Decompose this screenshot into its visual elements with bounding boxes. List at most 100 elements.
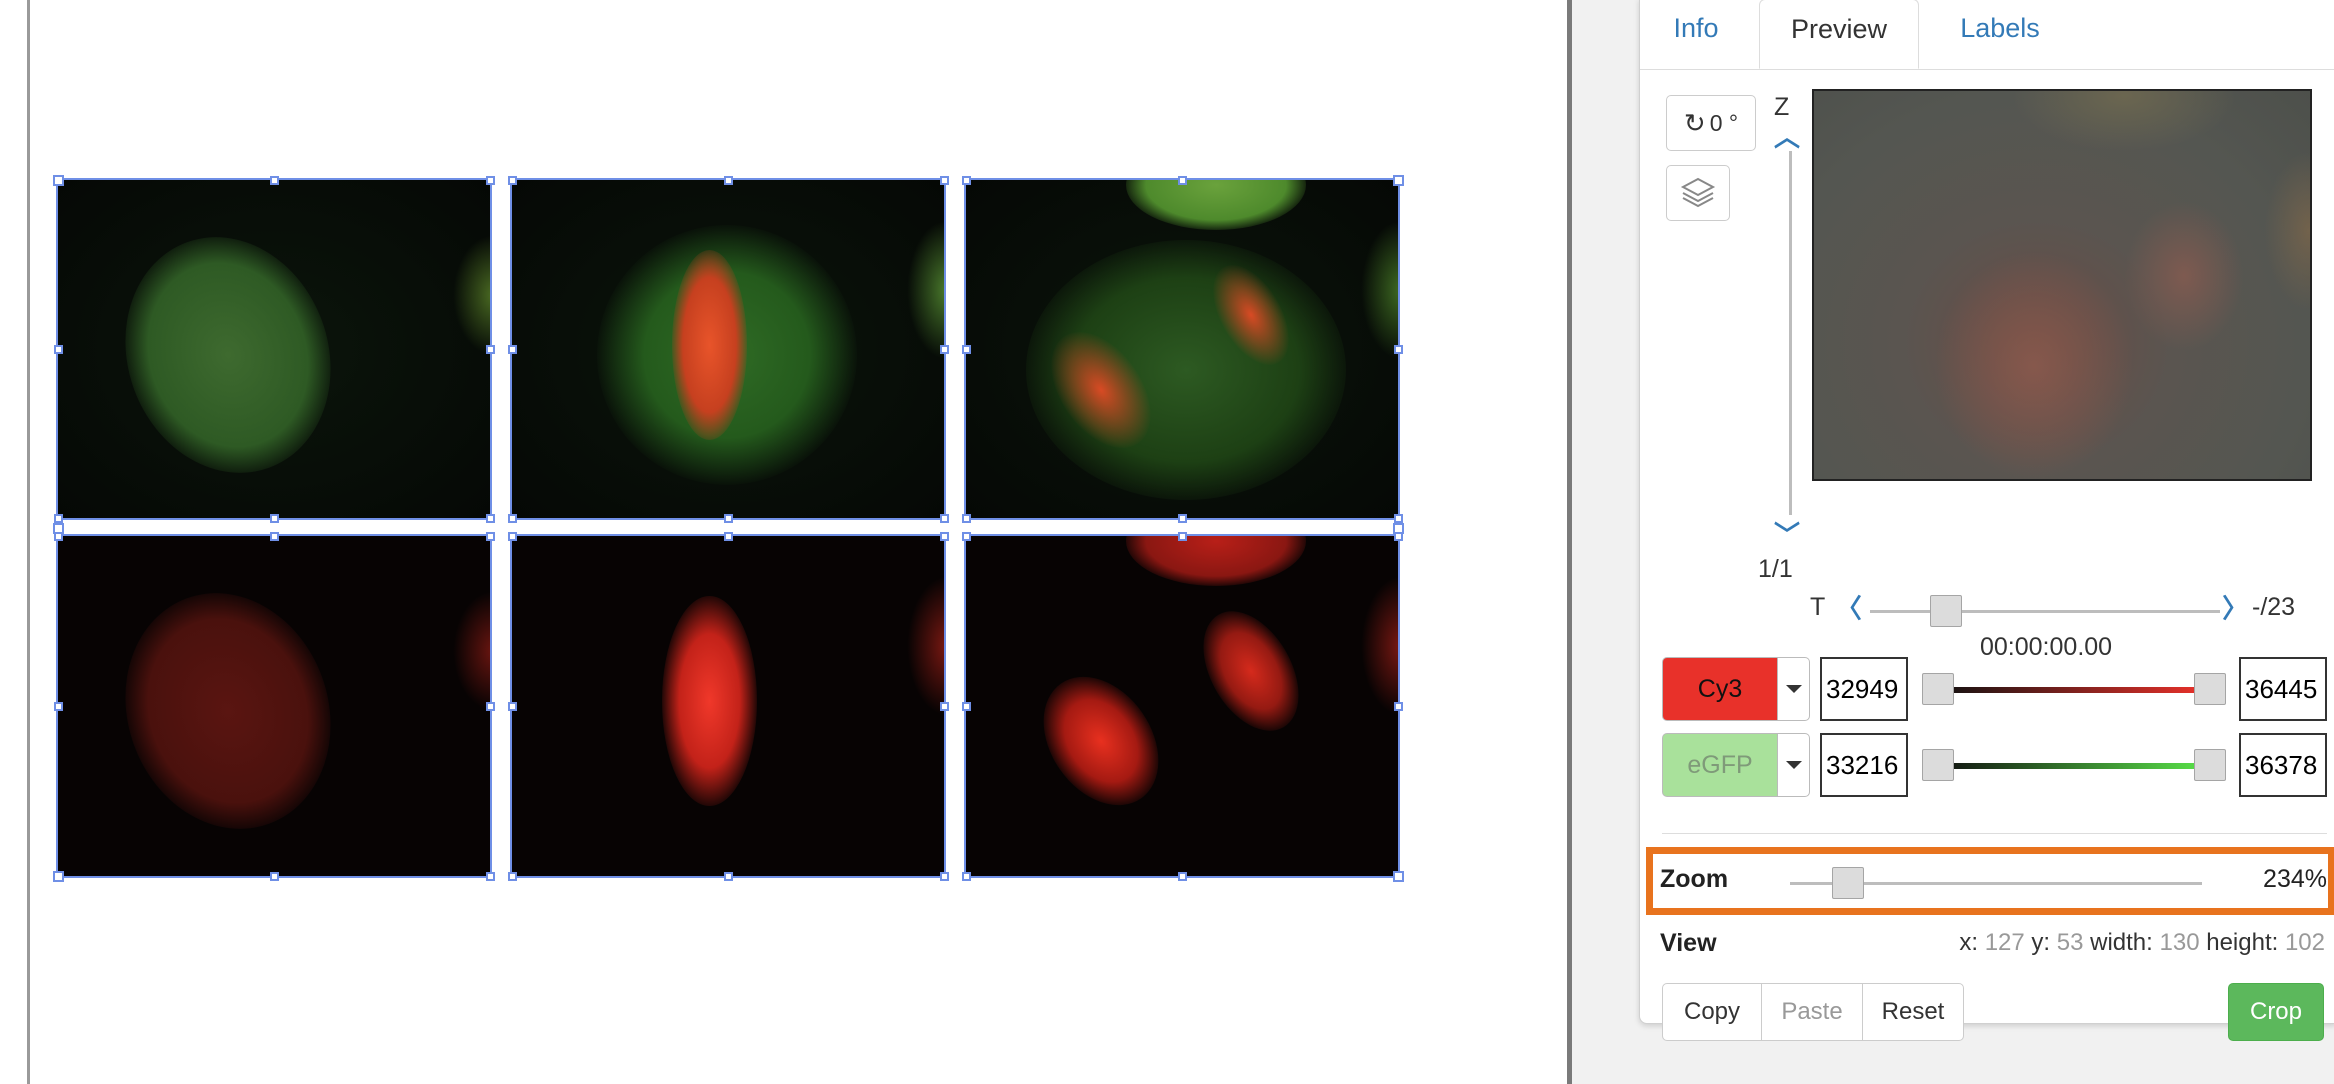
selection-handle[interactable]: [53, 513, 63, 523]
selection-handle[interactable]: [485, 513, 495, 523]
selection-handle[interactable]: [507, 531, 517, 541]
channel-cy3-min-input[interactable]: 32949: [1820, 657, 1908, 721]
selection-handle[interactable]: [1392, 870, 1404, 882]
channel-egfp-toggle[interactable]: eGFP: [1662, 733, 1778, 797]
channel-egfp-max-thumb[interactable]: [2194, 749, 2226, 781]
channel-cy3-max-thumb[interactable]: [2194, 673, 2226, 705]
selection-handle[interactable]: [1177, 531, 1187, 541]
selection-handle[interactable]: [939, 344, 949, 354]
reset-button[interactable]: Reset: [1862, 983, 1964, 1041]
selection-handle[interactable]: [507, 175, 517, 185]
selection-handle[interactable]: [485, 871, 495, 881]
selection-handle[interactable]: [1177, 175, 1187, 185]
selection-handle[interactable]: [961, 531, 971, 541]
t-prev-icon[interactable]: ︿: [1830, 594, 1867, 620]
view-width-value: 130: [2159, 929, 2200, 956]
selection-handle[interactable]: [961, 344, 971, 354]
zoom-value: 234%: [2263, 865, 2327, 893]
selection-handle[interactable]: [53, 344, 63, 354]
zoom-slider-thumb[interactable]: [1831, 867, 1864, 899]
channel-egfp-dropdown[interactable]: [1778, 733, 1810, 797]
channel-cy3-range-gradient: [1940, 687, 2202, 693]
selection-handle[interactable]: [939, 531, 949, 541]
selection-handle[interactable]: [1393, 344, 1403, 354]
tab-labels[interactable]: Labels: [1940, 0, 2060, 69]
t-slider-thumb[interactable]: [1930, 595, 1962, 627]
z-slider-track[interactable]: [1789, 151, 1792, 515]
selection-handle[interactable]: [1393, 701, 1403, 711]
channel-egfp-max-input[interactable]: 36378: [2239, 733, 2327, 797]
selection-handle[interactable]: [961, 175, 971, 185]
selection-handle[interactable]: [723, 175, 733, 185]
rotate-button[interactable]: ↻ 0 °: [1666, 95, 1756, 151]
selection-handle[interactable]: [269, 531, 279, 541]
channel-egfp-min-thumb[interactable]: [1922, 749, 1954, 781]
zoom-label: Zoom: [1660, 865, 1729, 893]
tab-bar: Info Preview Labels: [1640, 0, 2334, 70]
selection-handle[interactable]: [961, 871, 971, 881]
selection-handle[interactable]: [1392, 174, 1404, 186]
preview-image[interactable]: [1812, 89, 2312, 481]
image-panel-1[interactable]: [56, 178, 492, 520]
image-panel-5[interactable]: [510, 534, 946, 878]
chevron-down-icon: [1785, 685, 1802, 693]
view-y-label: y:: [2031, 929, 2051, 956]
t-slider-track[interactable]: [1870, 610, 2220, 613]
selection-handle[interactable]: [485, 175, 495, 185]
selection-handle[interactable]: [485, 701, 495, 711]
selection-handle[interactable]: [1177, 513, 1187, 523]
view-label: View: [1660, 929, 1717, 957]
selection-handle[interactable]: [485, 344, 495, 354]
z-up-icon[interactable]: ︿: [1774, 117, 1800, 154]
selection-handle[interactable]: [52, 522, 64, 534]
preview-sidebar: Info Preview Labels ↻ 0 ° Z ︿ ﹀ 1/1 T ︿ …: [1639, 0, 2334, 1041]
selection-handle[interactable]: [52, 870, 64, 882]
selection-handle[interactable]: [507, 871, 517, 881]
image-panel-2[interactable]: [510, 178, 946, 520]
selection-handle[interactable]: [269, 871, 279, 881]
channel-egfp-name: eGFP: [1687, 750, 1753, 779]
z-down-icon[interactable]: ﹀: [1774, 515, 1800, 552]
selection-handle[interactable]: [507, 344, 517, 354]
selection-handle[interactable]: [939, 175, 949, 185]
selection-handle[interactable]: [507, 701, 517, 711]
channel-cy3-toggle[interactable]: Cy3: [1662, 657, 1778, 721]
selection-handle[interactable]: [52, 174, 64, 186]
selection-handle[interactable]: [723, 531, 733, 541]
channel-egfp-min-input[interactable]: 33216: [1820, 733, 1908, 797]
paste-button[interactable]: Paste: [1761, 983, 1863, 1041]
selection-handle[interactable]: [939, 513, 949, 523]
selection-handle[interactable]: [53, 701, 63, 711]
selection-handle[interactable]: [507, 513, 517, 523]
selection-handle[interactable]: [961, 701, 971, 711]
z-counter: 1/1: [1758, 555, 1793, 583]
tab-preview[interactable]: Preview: [1759, 0, 1919, 69]
selection-handle[interactable]: [485, 531, 495, 541]
image-panel-3[interactable]: [964, 178, 1400, 520]
image-panel-6[interactable]: [964, 534, 1400, 878]
selection-handle[interactable]: [1177, 871, 1187, 881]
selection-handle[interactable]: [939, 701, 949, 711]
view-x-value: 127: [1984, 929, 2025, 956]
divider: [1662, 833, 2327, 834]
t-next-icon[interactable]: ︿: [2218, 594, 2255, 620]
channel-cy3-dropdown[interactable]: [1778, 657, 1810, 721]
layers-button[interactable]: [1666, 165, 1730, 221]
crop-button[interactable]: Crop: [2228, 983, 2324, 1041]
copy-button[interactable]: Copy: [1662, 983, 1762, 1041]
selection-handle[interactable]: [269, 175, 279, 185]
channel-cy3-max-input[interactable]: 36445: [2239, 657, 2327, 721]
selection-handle[interactable]: [723, 513, 733, 523]
view-width-label: width:: [2090, 929, 2153, 956]
selection-handle[interactable]: [723, 871, 733, 881]
t-counter: -/23: [2252, 593, 2296, 621]
selection-handle[interactable]: [1393, 513, 1403, 523]
selection-handle[interactable]: [269, 513, 279, 523]
tab-info[interactable]: Info: [1654, 0, 1738, 69]
image-panel-4[interactable]: [56, 534, 492, 878]
selection-handle[interactable]: [1392, 522, 1404, 534]
channel-cy3-min-thumb[interactable]: [1922, 673, 1954, 705]
view-x-label: x:: [1959, 929, 1979, 956]
selection-handle[interactable]: [939, 871, 949, 881]
selection-handle[interactable]: [961, 513, 971, 523]
